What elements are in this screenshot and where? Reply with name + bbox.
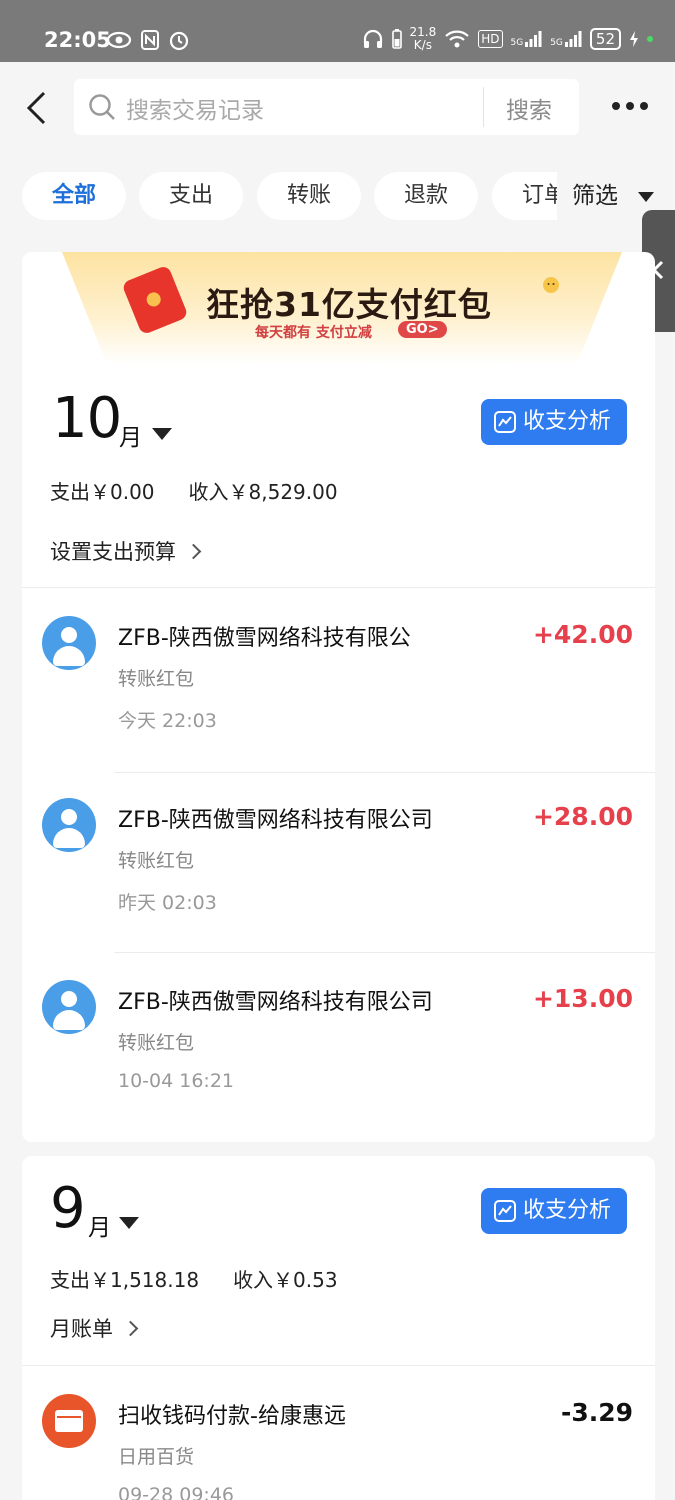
status-right-icons: 21.8 K/s HD 5G 5G 52 bbox=[362, 26, 653, 52]
filter-tabs: 全部 支出 转账 退款 订单 筛选 bbox=[0, 172, 675, 222]
income-expense-analysis-button[interactable]: 收支分析 bbox=[481, 1188, 627, 1234]
network-speed-unit: K/s bbox=[413, 38, 432, 52]
signal-bars-icon bbox=[525, 31, 542, 47]
set-budget-link[interactable]: 设置支出预算 bbox=[50, 536, 202, 566]
transaction-category: 转账红包 bbox=[118, 1032, 195, 1054]
search-header: 搜索交易记录 搜索 bbox=[0, 62, 675, 154]
transaction-row[interactable]: 扫收钱码付款-给康惠远 日用百货 09-28 09:46 -3.29 bbox=[22, 1394, 655, 1500]
small-battery-icon bbox=[391, 29, 402, 49]
tab-all[interactable]: 全部 bbox=[22, 172, 126, 220]
signal-1-label: 5G bbox=[510, 38, 524, 48]
income-expense-analysis-button[interactable]: 收支分析 bbox=[481, 399, 627, 445]
row-divider bbox=[114, 772, 655, 773]
monthly-bill-link[interactable]: 月账单 bbox=[50, 1313, 139, 1343]
month-summary: 支出￥0.00 收入￥8,529.00 bbox=[50, 476, 338, 505]
transaction-time: 09-28 09:46 bbox=[118, 1484, 235, 1500]
tab-transfer[interactable]: 转账 bbox=[257, 172, 361, 220]
section-divider bbox=[22, 1365, 655, 1366]
transaction-row[interactable]: ZFB-陕西傲雪网络科技有限公司 转账红包 10-04 16:21 +13.00 bbox=[22, 980, 655, 1142]
tab-expense[interactable]: 支出 bbox=[139, 172, 243, 220]
row-divider bbox=[114, 952, 655, 953]
transaction-row[interactable]: ZFB-陕西傲雪网络科技有限公司 转账红包 昨天 02:03 +28.00 bbox=[22, 798, 655, 978]
chevron-right-icon bbox=[185, 543, 202, 560]
eye-icon bbox=[106, 31, 132, 49]
monthly-bill-label: 月账单 bbox=[50, 1317, 113, 1341]
person-avatar-icon bbox=[42, 616, 96, 670]
transaction-amount: +28.00 bbox=[532, 802, 633, 831]
transaction-category: 转账红包 bbox=[118, 850, 195, 872]
search-divider bbox=[483, 87, 484, 127]
transaction-name: 扫收钱码付款-给康惠远 bbox=[118, 1404, 346, 1429]
signal-2-label: 5G bbox=[550, 38, 563, 48]
month-unit: 月 bbox=[88, 1215, 111, 1241]
transaction-time: 今天 22:03 bbox=[118, 710, 217, 732]
month-unit: 月 bbox=[119, 425, 142, 451]
promo-subtitle: 每天都有 支付立减 bbox=[255, 325, 372, 341]
analysis-label: 收支分析 bbox=[523, 1198, 612, 1223]
transaction-category: 日用百货 bbox=[118, 1446, 195, 1468]
trend-chart-icon bbox=[494, 411, 516, 433]
caret-down-icon bbox=[638, 192, 654, 202]
headphones-icon bbox=[363, 29, 382, 48]
month-card-september: 9 月 收支分析 支出￥1,518.18 收入￥0.53 月账单 扫收钱码付款-给… bbox=[22, 1156, 655, 1500]
promo-banner[interactable]: 狂抢31亿支付红包 每天都有 支付立减 GO> bbox=[62, 252, 622, 364]
back-arrow-icon[interactable] bbox=[22, 90, 52, 126]
expense-total: 支出￥0.00 bbox=[50, 480, 155, 504]
transaction-name: ZFB-陕西傲雪网络科技有限公司 bbox=[118, 990, 433, 1015]
month-card-october: 狂抢31亿支付红包 每天都有 支付立减 GO> 10 月 收支分析 支出￥0.0… bbox=[22, 252, 655, 1142]
person-avatar-icon bbox=[42, 980, 96, 1034]
charging-icon bbox=[630, 31, 638, 47]
month-number: 9 bbox=[50, 1176, 86, 1241]
shop-icon bbox=[42, 1394, 96, 1448]
transaction-time: 10-04 16:21 bbox=[118, 1070, 235, 1092]
battery-level: 52 bbox=[589, 28, 621, 50]
nfc-icon bbox=[141, 30, 159, 50]
promo-go-button[interactable]: GO> bbox=[398, 321, 447, 338]
alarm-icon bbox=[169, 31, 189, 51]
set-budget-label: 设置支出预算 bbox=[50, 540, 176, 564]
month-dropdown-icon[interactable] bbox=[119, 1217, 139, 1229]
income-total: 收入￥8,529.00 bbox=[188, 480, 338, 504]
search-button[interactable]: 搜索 bbox=[506, 91, 552, 125]
chevron-right-icon bbox=[122, 1320, 139, 1337]
privacy-dot bbox=[647, 36, 653, 42]
person-avatar-icon bbox=[42, 798, 96, 852]
status-bar: 22:05 21.8 K/s HD 5G 5G 52 bbox=[0, 0, 675, 62]
network-speed: 21.8 K/s bbox=[410, 26, 437, 52]
transaction-name: ZFB-陕西傲雪网络科技有限公司 bbox=[118, 808, 433, 833]
signal-bars-icon bbox=[564, 31, 582, 47]
hd-badge: HD bbox=[478, 30, 503, 48]
coin-face-icon bbox=[542, 276, 560, 299]
search-input[interactable]: 搜索交易记录 bbox=[126, 91, 264, 125]
filter-label: 筛选 bbox=[572, 183, 618, 209]
section-divider bbox=[22, 587, 655, 588]
month-dropdown-icon[interactable] bbox=[152, 428, 172, 440]
status-left-icons bbox=[106, 28, 190, 52]
status-time: 22:05 bbox=[44, 28, 111, 52]
transaction-time: 昨天 02:03 bbox=[118, 892, 217, 914]
tab-refund[interactable]: 退款 bbox=[374, 172, 478, 220]
signal-2: 5G bbox=[550, 30, 582, 48]
trend-chart-icon bbox=[494, 1200, 516, 1222]
promo-title: 狂抢31亿支付红包 bbox=[206, 285, 492, 324]
expense-total: 支出￥1,518.18 bbox=[50, 1268, 200, 1292]
transaction-category: 转账红包 bbox=[118, 668, 195, 690]
wifi-icon bbox=[445, 30, 469, 48]
signal-1: 5G bbox=[511, 30, 543, 48]
more-menu-icon[interactable] bbox=[612, 102, 648, 110]
month-number: 10 bbox=[52, 386, 122, 451]
income-total: 收入￥0.53 bbox=[233, 1268, 338, 1292]
analysis-label: 收支分析 bbox=[523, 409, 612, 434]
transaction-amount: +13.00 bbox=[532, 984, 633, 1013]
transaction-amount: +42.00 bbox=[532, 620, 633, 649]
month-summary: 支出￥1,518.18 收入￥0.53 bbox=[50, 1264, 338, 1293]
transaction-amount: -3.29 bbox=[560, 1398, 633, 1427]
search-icon bbox=[89, 94, 115, 120]
transaction-name: ZFB-陕西傲雪网络科技有限公 bbox=[118, 626, 411, 651]
transaction-row[interactable]: ZFB-陕西傲雪网络科技有限公 转账红包 今天 22:03 +42.00 bbox=[22, 616, 655, 796]
search-box[interactable]: 搜索交易记录 搜索 bbox=[74, 79, 579, 135]
